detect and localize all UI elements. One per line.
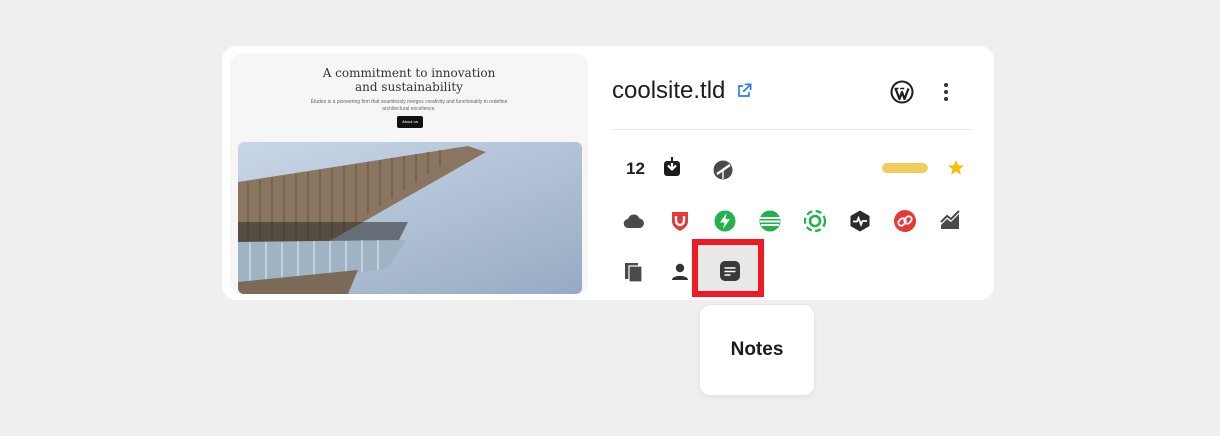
preview-building-image xyxy=(238,142,582,294)
header-divider xyxy=(612,129,972,130)
preview-heading: A commitment to innovation and sustainab… xyxy=(230,66,588,94)
preview-heading-line2: and sustainability xyxy=(355,80,463,94)
site-card: A commitment to innovation and sustainab… xyxy=(222,46,994,300)
site-preview-thumbnail[interactable]: A commitment to innovation and sustainab… xyxy=(230,54,588,294)
user-icon[interactable] xyxy=(668,260,692,284)
activity-icon[interactable] xyxy=(848,209,872,233)
layers-icon[interactable] xyxy=(758,209,782,233)
download-backup-icon[interactable] xyxy=(660,156,684,180)
cdn-icon[interactable] xyxy=(803,209,827,233)
preview-subtext: Études is a pioneering firm that seamles… xyxy=(310,99,508,112)
analytics-icon[interactable] xyxy=(938,209,962,233)
tag-pill[interactable] xyxy=(882,163,928,173)
notes-icon[interactable] xyxy=(718,259,742,283)
copy-icon[interactable] xyxy=(622,260,646,284)
performance-gauge-icon[interactable] xyxy=(711,158,735,182)
shield-icon[interactable] xyxy=(668,209,692,233)
preview-heading-line1: A commitment to innovation xyxy=(322,66,496,80)
backup-count: 12 xyxy=(626,159,645,178)
notes-tooltip: Notes xyxy=(700,305,814,395)
wordpress-icon[interactable] xyxy=(890,80,914,104)
star-icon[interactable] xyxy=(944,156,968,180)
preview-button: About us xyxy=(397,116,423,128)
lightning-icon[interactable] xyxy=(713,209,737,233)
building-illustration xyxy=(238,146,486,294)
site-title[interactable]: coolsite.tld xyxy=(612,76,725,106)
external-link-icon[interactable] xyxy=(734,81,754,101)
more-options-icon[interactable] xyxy=(938,80,954,104)
cloud-icon[interactable] xyxy=(622,209,646,233)
link-icon[interactable] xyxy=(893,209,917,233)
